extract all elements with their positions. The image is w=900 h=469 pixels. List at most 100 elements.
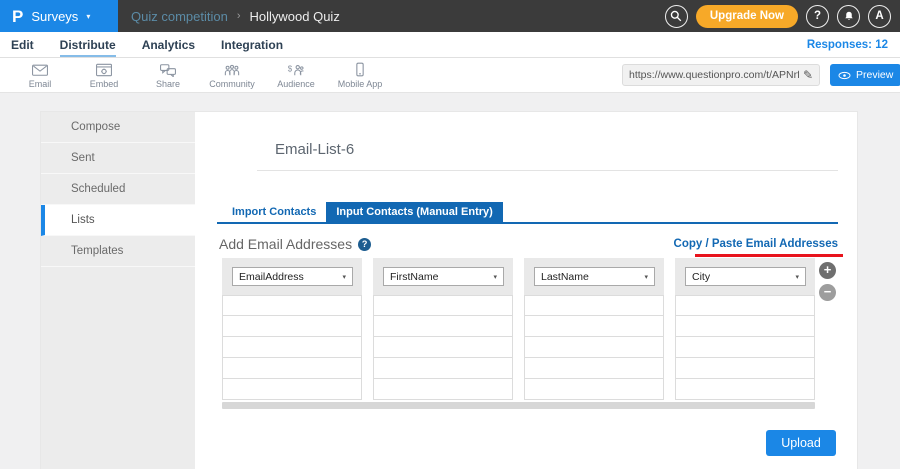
toolbar-item-label: Mobile App — [338, 79, 383, 89]
help-icon[interactable]: ? — [358, 238, 371, 251]
nav-tab-distribute[interactable]: Distribute — [60, 32, 116, 57]
survey-url-box[interactable]: https://www.questionpro.com/t/APNrfZ ✎ — [622, 64, 820, 86]
contact-cell[interactable] — [675, 295, 815, 316]
toolbar-item-label: Audience — [277, 79, 315, 89]
list-title: Email-List-6 — [275, 141, 354, 158]
toolbar-item-embed[interactable]: Embed — [72, 62, 136, 89]
breadcrumb-parent[interactable]: Quiz competition — [131, 9, 228, 24]
contact-cell[interactable] — [524, 337, 664, 358]
tab-input-contacts-manual-entry[interactable]: Input Contacts (Manual Entry) — [326, 202, 502, 222]
horizontal-scrollbar[interactable] — [222, 402, 815, 409]
contact-cell[interactable] — [524, 316, 664, 337]
email-icon — [31, 62, 49, 77]
search-button[interactable] — [665, 5, 688, 28]
toolbar-item-label: Community — [209, 79, 255, 89]
chevron-down-icon: ▾ — [342, 273, 346, 281]
contact-cell[interactable] — [373, 316, 513, 337]
add-row-button[interactable]: + — [819, 262, 836, 279]
add-emails-header: Add Email Addresses ? Copy / Paste Email… — [219, 235, 838, 253]
column-header-firstname: FirstName▾ — [373, 258, 513, 295]
sidebar-item-sent[interactable]: Sent — [41, 143, 195, 174]
preview-button[interactable]: Preview — [830, 64, 900, 86]
contact-cell[interactable] — [222, 295, 362, 316]
contacts-grid: EmailAddress▾FirstName▾LastName▾City▾ — [222, 258, 815, 409]
bell-icon — [843, 10, 855, 23]
nav-tab-edit[interactable]: Edit — [11, 32, 34, 57]
help-button[interactable]: ? — [806, 5, 829, 28]
toolbar-item-label: Email — [29, 79, 52, 89]
contact-cell[interactable] — [675, 337, 815, 358]
survey-url-input[interactable]: https://www.questionpro.com/t/APNrfZ — [629, 69, 799, 81]
contact-cell[interactable] — [373, 295, 513, 316]
svg-text:$: $ — [288, 64, 293, 73]
upload-button[interactable]: Upload — [766, 430, 836, 456]
toolbar-item-share[interactable]: Share — [136, 62, 200, 89]
notifications-button[interactable] — [837, 5, 860, 28]
column-select-firstname[interactable]: FirstName▾ — [383, 267, 504, 286]
toolbar-item-audience[interactable]: $ Audience — [264, 62, 328, 89]
selected-field-label: City — [692, 271, 710, 283]
tab-import-contacts[interactable]: Import Contacts — [222, 202, 326, 222]
edit-url-icon[interactable]: ✎ — [803, 68, 813, 82]
contact-cell[interactable] — [373, 337, 513, 358]
list-content: Email-List-6 Import ContactsInput Contac… — [195, 112, 857, 469]
selected-field-label: LastName — [541, 271, 589, 283]
contact-cell[interactable] — [222, 337, 362, 358]
responses-count[interactable]: Responses: 12 — [807, 39, 900, 51]
distribute-channels: Email Embed Share Community $ Audience Mobile … — [8, 62, 392, 89]
contact-cell[interactable] — [373, 358, 513, 379]
email-lists-panel: ComposeSentScheduledListsTemplates Email… — [41, 112, 857, 469]
mobile-app-icon — [351, 62, 369, 77]
annotation-underline — [695, 254, 843, 257]
contact-cell[interactable] — [524, 295, 664, 316]
sidebar-item-lists[interactable]: Lists — [41, 205, 195, 236]
sidebar-item-scheduled[interactable]: Scheduled — [41, 174, 195, 205]
contacts-grid-header: EmailAddress▾FirstName▾LastName▾City▾ — [222, 258, 815, 295]
copy-paste-link[interactable]: Copy / Paste Email Addresses — [674, 238, 838, 250]
toolbar-item-mobile-app[interactable]: Mobile App — [328, 62, 392, 89]
contact-row — [222, 337, 815, 358]
column-select-emailaddress[interactable]: EmailAddress ▾ — [232, 267, 353, 286]
remove-row-button[interactable]: − — [819, 284, 836, 301]
contact-cell[interactable] — [675, 379, 815, 400]
questionpro-logo: P — [12, 8, 23, 25]
nav-tab-analytics[interactable]: Analytics — [142, 32, 195, 57]
chevron-down-icon: ▾ — [86, 12, 90, 21]
sidebar-item-compose[interactable]: Compose — [41, 112, 195, 143]
embed-icon — [95, 62, 113, 77]
sidebar-item-templates[interactable]: Templates — [41, 236, 195, 267]
questionpro-app: P Surveys ▾ Quiz competition › Hollywood… — [0, 0, 900, 469]
row-controls: + − — [819, 262, 836, 301]
title-divider — [257, 170, 838, 171]
distribute-toolbar: Email Embed Share Community $ Audience Mobile … — [0, 58, 900, 93]
toolbar-item-label: Embed — [90, 79, 119, 89]
nav-tab-integration[interactable]: Integration — [221, 32, 283, 57]
toolbar-item-community[interactable]: Community — [200, 62, 264, 89]
toolbar-item-email[interactable]: Email — [8, 62, 72, 89]
column-select-lastname[interactable]: LastName ▾ — [534, 267, 655, 286]
contact-cell[interactable] — [675, 358, 815, 379]
selected-field-label: EmailAddress — [239, 271, 304, 283]
breadcrumb-separator-icon: › — [237, 10, 241, 22]
eye-icon — [838, 71, 851, 80]
contacts-grid-body — [222, 295, 815, 400]
column-select-city[interactable]: City▾ — [685, 267, 806, 286]
preview-label: Preview — [856, 69, 893, 81]
chevron-down-icon: ▾ — [493, 273, 497, 281]
contact-cell[interactable] — [675, 316, 815, 337]
breadcrumb: Quiz competition › Hollywood Quiz — [131, 9, 340, 24]
contact-cell[interactable] — [222, 379, 362, 400]
contact-cell[interactable] — [524, 358, 664, 379]
contact-row — [222, 295, 815, 316]
contact-cell[interactable] — [524, 379, 664, 400]
contact-cell[interactable] — [373, 379, 513, 400]
upgrade-now-button[interactable]: Upgrade Now — [696, 5, 798, 28]
chevron-down-icon: ▾ — [644, 273, 648, 281]
column-header-city: City▾ — [675, 258, 815, 295]
avatar[interactable]: A — [868, 5, 891, 28]
contact-cell[interactable] — [222, 358, 362, 379]
subnav-items: Edit Distribute Analytics Integration — [0, 32, 283, 57]
surveys-menu-button[interactable]: P Surveys ▾ — [0, 0, 118, 32]
breadcrumb-current: Hollywood Quiz — [250, 9, 340, 24]
contact-cell[interactable] — [222, 316, 362, 337]
